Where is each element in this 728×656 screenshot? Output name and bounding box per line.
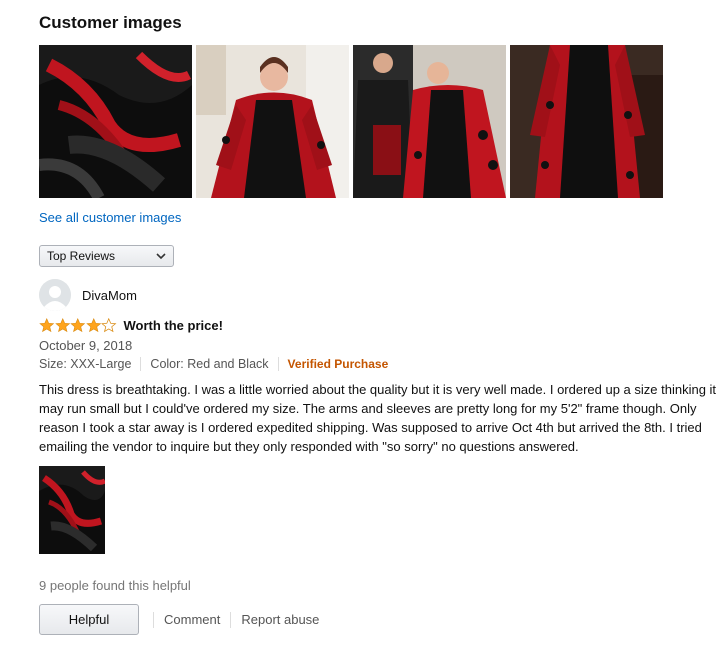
- divider: [230, 611, 232, 628]
- review-sort-selected-value: Top Reviews: [47, 249, 116, 263]
- customer-image-1[interactable]: [39, 45, 192, 198]
- comment-link[interactable]: Comment: [164, 612, 220, 627]
- reviewer-profile[interactable]: DivaMom: [39, 279, 137, 311]
- helpful-count: 9 people found this helpful: [39, 578, 191, 593]
- review-date: October 9, 2018: [39, 338, 133, 353]
- star-filled-icon: [70, 318, 86, 333]
- see-all-customer-images-link[interactable]: See all customer images: [39, 210, 181, 225]
- divider: [140, 357, 142, 371]
- review-body: This dress is breathtaking. I was a litt…: [39, 382, 717, 454]
- star-filled-icon: [39, 318, 55, 333]
- customer-image-3[interactable]: [353, 45, 506, 198]
- helpful-button[interactable]: Helpful: [39, 604, 139, 635]
- star-rating[interactable]: [39, 318, 117, 333]
- divider: [153, 611, 154, 628]
- user-icon: [39, 279, 71, 311]
- review-image[interactable]: [39, 466, 105, 554]
- review-color: Color: Red and Black: [150, 357, 269, 371]
- customer-images-strip: [39, 45, 663, 198]
- divider: [277, 357, 279, 371]
- report-abuse-link[interactable]: Report abuse: [241, 612, 319, 627]
- review-size: Size: XXX-Large: [39, 357, 132, 371]
- avatar: [39, 279, 71, 311]
- star-filled-icon: [54, 318, 70, 333]
- review-rating-row: Worth the price!: [39, 318, 223, 333]
- customer-images-title: Customer images: [39, 13, 182, 32]
- star-filled-icon: [85, 318, 101, 333]
- customer-image-4[interactable]: [510, 45, 663, 198]
- review-meta: Size: XXX-Large Color: Red and Black Ver…: [39, 357, 388, 371]
- star-empty-icon: [101, 318, 117, 333]
- review-title[interactable]: Worth the price!: [124, 318, 223, 333]
- reviewer-name: DivaMom: [82, 287, 137, 303]
- review-sort-select[interactable]: Top Reviews: [39, 245, 174, 267]
- review-actions: Helpful Comment Report abuse: [39, 604, 319, 635]
- customer-image-2[interactable]: [196, 45, 349, 198]
- chevron-down-icon: [156, 253, 166, 260]
- verified-purchase-badge: Verified Purchase: [287, 357, 389, 371]
